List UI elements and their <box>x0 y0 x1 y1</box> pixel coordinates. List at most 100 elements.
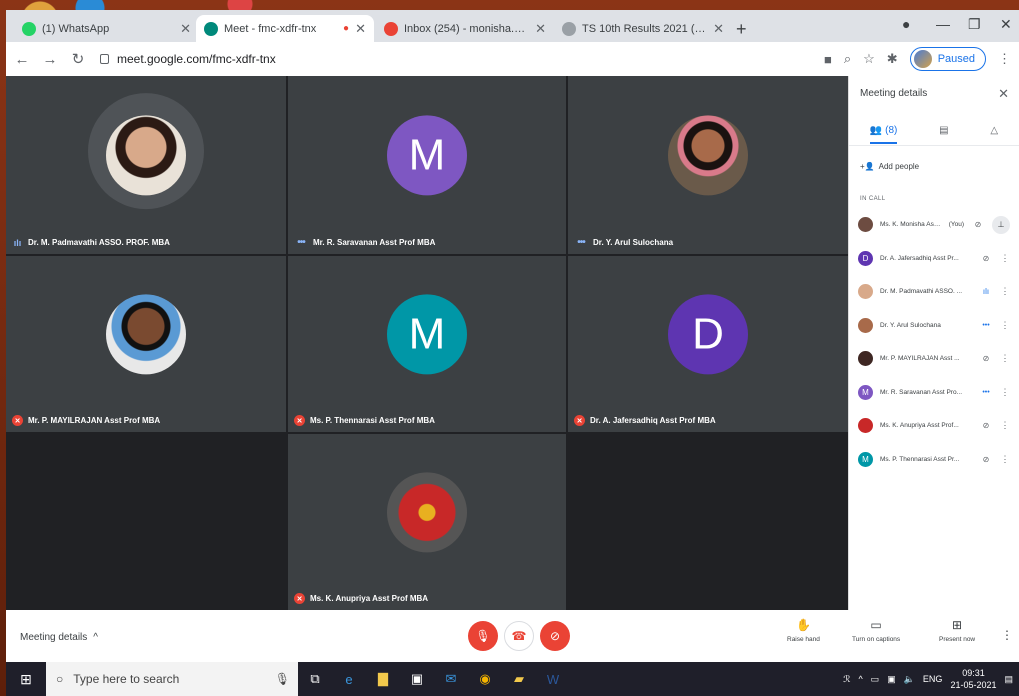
more-icon[interactable]: ⋮ <box>1000 286 1010 297</box>
windows-start-icon[interactable]: ⊞ <box>6 671 46 688</box>
forward-icon[interactable]: → <box>38 51 62 68</box>
camera-icon[interactable]: ■ <box>824 52 832 67</box>
profile-button[interactable]: Paused <box>909 47 986 71</box>
close-icon[interactable]: ✕ <box>998 86 1009 102</box>
notifications-icon[interactable]: ▤ <box>1004 674 1013 685</box>
close-tab-icon[interactable]: ✕ <box>713 21 724 37</box>
search-icon: ○ <box>56 672 64 686</box>
close-window-icon[interactable]: ✕ <box>1000 16 1012 33</box>
tab-chat[interactable]: ▤ <box>939 125 948 136</box>
more-icon[interactable]: ⋮ <box>1000 387 1010 398</box>
url-field[interactable]: meet.google.com/fmc-xdfr-tnx <box>100 52 276 66</box>
close-tab-icon[interactable]: ✕ <box>355 21 366 37</box>
network-icon[interactable]: ▣ <box>887 674 896 685</box>
people-icon[interactable]: ℛ <box>843 674 850 685</box>
mic-off-icon: ⊘ <box>982 253 990 263</box>
participant-tile[interactable]: M ✕ Ms. P. Thennarasi Asst Prof MBA <box>288 256 566 432</box>
participant-row-name: Ms. P. Thennarasi Asst Pr... <box>880 455 960 463</box>
pin-icon[interactable]: ⊥ <box>992 215 1010 234</box>
address-bar-actions: ■ ⌕ ☆ ✱ Paused ⋮ <box>824 47 1011 71</box>
mic-toggle-button[interactable]: 🎙 <box>468 621 498 651</box>
battery-icon[interactable]: ▭ <box>871 674 880 685</box>
sticky-notes-icon[interactable]: ▰ <box>502 662 536 696</box>
star-icon[interactable]: ☆ <box>863 51 875 67</box>
present-label: Present now <box>939 636 976 643</box>
zoom-icon[interactable]: ⌕ <box>844 51 851 67</box>
windows-taskbar: ⊞ ○ Type here to search 🎙 ⧉ e ▇ ▣ ✉ ◉ ▰ … <box>6 662 1019 696</box>
mic-off-icon: ✕ <box>294 415 305 426</box>
participant-name: Dr. A. Jafersadhiq Asst Prof MBA <box>590 416 716 425</box>
reload-icon[interactable]: ↻ <box>66 50 90 68</box>
chrome-icon[interactable]: ◉ <box>468 662 502 696</box>
mic-off-icon: ✕ <box>294 593 305 604</box>
tab-gmail[interactable]: Inbox (254) - monisha.k@skct.ed ✕ <box>376 15 554 42</box>
new-tab-button[interactable]: + <box>736 19 747 40</box>
tab-whatsapp[interactable]: (1) WhatsApp ✕ <box>14 15 199 42</box>
more-icon[interactable]: ⋮ <box>1000 320 1010 331</box>
participant-row-name: Ms. K. Anupriya Asst Prof... <box>880 422 959 430</box>
captions-button[interactable]: ▭ Turn on captions <box>852 618 900 643</box>
more-icon[interactable]: ⋮ <box>1000 353 1010 364</box>
more-icon[interactable]: ⋮ <box>1000 253 1010 264</box>
mic-off-icon: 🎙 <box>475 629 491 643</box>
participant-tile[interactable]: D ✕ Dr. A. Jafersadhiq Asst Prof MBA <box>568 256 848 432</box>
back-icon[interactable]: ← <box>10 51 34 68</box>
meeting-details-toggle[interactable]: Meeting details ^ <box>20 632 98 643</box>
participant-name-row: ••• Dr. Y. Arul Sulochana <box>574 237 673 248</box>
language-indicator[interactable]: ENG <box>923 674 943 684</box>
participant-row[interactable]: Mr. P. MAYILRAJAN Asst ... ⊘ ⋮ <box>849 342 1019 376</box>
participant-tile[interactable]: ✕ Ms. K. Anupriya Asst Prof MBA <box>288 434 566 610</box>
participant-row[interactable]: Dr. M. Padmavathi ASSO. ... ılı ⋮ <box>849 275 1019 309</box>
mail-icon[interactable]: ✉ <box>434 662 468 696</box>
more-icon[interactable]: ⋮ <box>1000 420 1010 431</box>
file-explorer-icon[interactable]: ▇ <box>366 662 400 696</box>
add-people-label: Add people <box>878 162 920 171</box>
edge-icon[interactable]: e <box>332 662 366 696</box>
captions-label: Turn on captions <box>852 636 901 643</box>
menu-icon[interactable]: ⋮ <box>998 51 1011 67</box>
close-tab-icon[interactable]: ✕ <box>535 21 546 37</box>
activities-icon: △ <box>990 125 999 136</box>
participant-row[interactable]: Ms. K. Anupriya Asst Prof... ⊘ ⋮ <box>849 409 1019 443</box>
participant-avatar: M <box>387 294 467 375</box>
leave-call-button[interactable]: ☎ <box>504 621 534 651</box>
participant-tile[interactable]: ılı Dr. M. Padmavathi ASSO. PROF. MBA <box>6 76 286 254</box>
more-options-icon[interactable]: ⋮ <box>1001 628 1013 642</box>
chevron-up-icon[interactable]: ^ <box>858 674 862 684</box>
close-tab-icon[interactable]: ✕ <box>180 21 191 37</box>
raise-hand-button[interactable]: ✋ Raise hand <box>787 618 820 643</box>
call-controls: Meeting details ^ 🎙 ☎ ⊘ ✋ Raise hand ▭ T… <box>6 610 1019 662</box>
present-button[interactable]: ⊞ Present now <box>939 618 975 643</box>
talking-icon: ılı <box>982 287 990 297</box>
participant-row[interactable]: Dr. Y. Arul Sulochana ••• ⋮ <box>849 309 1019 343</box>
store-icon[interactable]: ▣ <box>400 662 434 696</box>
add-people-button[interactable]: +👤 Add people <box>860 162 919 171</box>
minimize-icon[interactable]: — <box>936 16 950 32</box>
participant-tile[interactable]: M ••• Mr. R. Saravanan Asst Prof MBA <box>288 76 566 254</box>
participant-tile[interactable]: ••• Dr. Y. Arul Sulochana <box>568 76 848 254</box>
taskbar-search[interactable]: ○ Type here to search 🎙 <box>46 662 298 696</box>
extensions-icon[interactable]: ✱ <box>887 51 898 67</box>
meet-icon <box>204 21 218 36</box>
profile-icon[interactable]: ● <box>902 16 910 32</box>
mic-icon[interactable]: 🎙 <box>275 672 290 686</box>
camera-off-icon: ⊘ <box>549 629 561 643</box>
participant-row[interactable]: M Ms. P. Thennarasi Asst Pr... ⊘ ⋮ <box>849 443 1019 477</box>
clock[interactable]: 09:31 21-05-2021 <box>950 667 996 691</box>
tab-activities[interactable]: △ <box>990 125 998 136</box>
participant-row[interactable]: D Dr. A. Jafersadhiq Asst Pr... ⊘ ⋮ <box>849 242 1019 276</box>
avatar <box>858 418 873 434</box>
tab-results[interactable]: TS 10th Results 2021 (On 21st M ✕ <box>554 15 732 42</box>
more-icon[interactable]: ⋮ <box>1000 454 1010 465</box>
tab-meet[interactable]: Meet - fmc-xdfr-tnx ● ✕ <box>196 15 374 42</box>
participant-name-row: ✕ Mr. P. MAYILRAJAN Asst Prof MBA <box>12 415 160 426</box>
word-icon[interactable]: W <box>536 662 570 696</box>
camera-toggle-button[interactable]: ⊘ <box>540 621 570 651</box>
task-view-icon[interactable]: ⧉ <box>298 662 332 696</box>
tab-people[interactable]: 👥 (8) <box>869 125 898 144</box>
participant-tile[interactable]: ✕ Mr. P. MAYILRAJAN Asst Prof MBA <box>6 256 286 432</box>
volume-icon[interactable]: 🔈 <box>904 674 915 685</box>
restore-icon[interactable]: ❐ <box>968 16 981 33</box>
participant-row[interactable]: Ms. K. Monisha Ass... (You) ⊘ ⊥ <box>849 208 1019 242</box>
participant-row[interactable]: M Mr. R. Saravanan Asst Pro... ••• ⋮ <box>849 376 1019 410</box>
